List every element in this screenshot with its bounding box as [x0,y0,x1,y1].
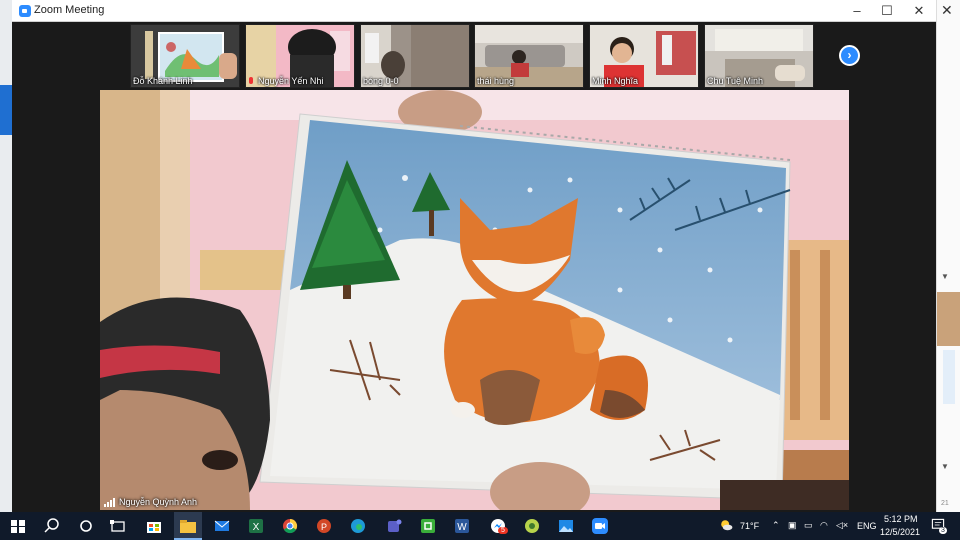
edge-icon[interactable] [348,516,368,536]
teams-icon[interactable] [384,516,404,536]
zoom-taskbar-icon[interactable] [590,516,610,536]
windows-start-icon[interactable] [8,516,28,536]
camtasia-icon[interactable] [418,516,438,536]
participant-tile[interactable]: Nguyễn Yến Nhi [245,24,355,88]
scroll-down-icon[interactable]: ▼ [941,272,949,281]
background-side-text: 21 [941,500,949,507]
drawing-paper [259,113,791,501]
file-explorer-icon[interactable] [178,516,198,536]
speaker-name: Nguyễn Quỳnh Anh [119,497,198,507]
taskbar: X P W 5 71°F ⌃ ▣ ▭ ◠ ◁× ENG 5:12 PM 12/5… [0,512,960,540]
next-page-button[interactable]: › [839,45,860,66]
background-app-left [0,0,12,512]
wifi-icon[interactable]: ◠ [820,520,828,531]
store-icon[interactable] [144,516,164,536]
clock-date[interactable]: 12/5/2021 [880,527,920,537]
excel-icon[interactable]: X [246,516,266,536]
notification-count: 3 [939,527,947,534]
cortana-icon[interactable] [76,516,96,536]
background-close-icon[interactable]: ✕ [941,2,953,19]
zoom-logo-icon [19,5,31,17]
window-title: Zoom Meeting [34,4,105,16]
participant-name: Nguyễn Yến Nhi [258,76,324,86]
background-panel [943,350,955,404]
language-indicator[interactable]: ENG [857,521,877,531]
muted-mic-icon [249,77,253,84]
background-thumbnail [937,292,960,346]
signal-bars-icon [104,497,116,507]
photos-icon[interactable] [556,516,576,536]
zoom-window: Zoom Meeting – ☐ ✕ Đỗ Khánh Linh Nguyễn … [12,0,936,512]
title-bar: Zoom Meeting – ☐ ✕ [12,0,936,22]
participant-tile[interactable]: thái hùng [474,24,584,88]
speaker-name-label: Nguyễn Quỳnh Anh [104,497,197,507]
network-icon[interactable]: ▭ [804,520,813,531]
notification-badge: 5 [498,527,508,534]
background-app-right: ✕ ▼ ▼ 21 [936,0,960,512]
clock-time[interactable]: 5:12 PM [884,514,918,524]
svg-text:X: X [253,522,260,533]
speaker-video-frame [100,90,849,510]
tray-app-icon[interactable]: ▣ [788,520,797,531]
volume-muted-icon[interactable]: ◁× [836,520,848,531]
participant-tile[interactable]: Chu Tuệ Minh [704,24,814,88]
task-view-icon[interactable] [108,516,128,536]
participant-name: Đỗ Khánh Linh [133,76,193,86]
participant-tile[interactable]: Minh Nghĩa [589,24,699,88]
powerpoint-icon[interactable]: P [314,516,334,536]
search-icon[interactable] [42,516,62,536]
tray-chevron-icon[interactable]: ⌃ [772,520,780,531]
background-app-accent [0,85,12,135]
active-speaker-video: Nguyễn Quỳnh Anh [100,90,849,510]
greenshot-icon[interactable] [522,516,542,536]
svg-text:W: W [457,522,467,533]
mail-icon[interactable] [212,516,232,536]
weather-icon[interactable] [718,517,734,533]
svg-text:P: P [321,522,327,532]
chrome-icon[interactable] [280,516,300,536]
weather-temperature[interactable]: 71°F [740,521,759,531]
participant-name: bóng 0-0 [363,76,399,86]
maximize-button[interactable]: ☐ [870,0,904,22]
participant-tile[interactable]: bóng 0-0 [360,24,470,88]
participant-name: Minh Nghĩa [592,76,639,86]
participant-tile[interactable]: Đỗ Khánh Linh [130,24,240,88]
participant-name: Chu Tuệ Minh [707,76,764,86]
word-icon[interactable]: W [452,516,472,536]
minimize-button[interactable]: – [840,0,874,22]
close-button[interactable]: ✕ [902,0,936,22]
participant-name: thái hùng [477,76,515,86]
scroll-down-icon[interactable]: ▼ [941,462,949,471]
